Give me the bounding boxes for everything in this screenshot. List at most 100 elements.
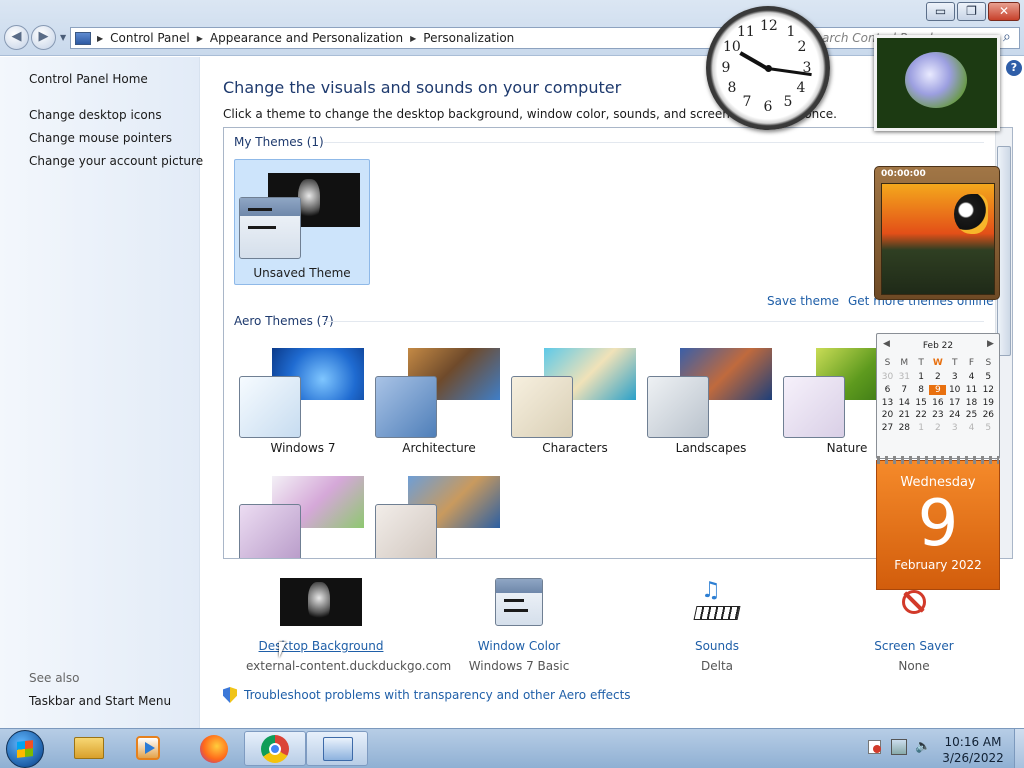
calendar-day[interactable]: 17	[946, 398, 963, 408]
sidebar-link-control-panel-home[interactable]: Control Panel Home	[29, 72, 148, 86]
taskbar-firefox[interactable]	[182, 731, 244, 766]
theme-architecture[interactable]: Architecture	[370, 336, 508, 460]
calendar-day[interactable]: 4	[963, 423, 980, 433]
start-button[interactable]	[6, 730, 44, 768]
calendar-day[interactable]: 1	[913, 372, 930, 382]
taskbar-control-panel[interactable]	[306, 731, 368, 766]
breadcrumb-separator-icon[interactable]: ▶	[95, 34, 105, 43]
clock-gadget[interactable]: 12 1 2 3 4 5 6 7 8 9 10 11	[706, 6, 830, 130]
calendar-day[interactable]: 9	[929, 384, 947, 395]
calendar-day[interactable]: 5	[980, 423, 997, 433]
calendar-day[interactable]: 27	[879, 423, 896, 433]
close-button[interactable]: ✕	[988, 2, 1020, 21]
calendar-day[interactable]: 28	[896, 423, 913, 433]
calendar-day[interactable]: 14	[896, 398, 913, 408]
calendar-gadget[interactable]: ◀ Feb 22 ▶ S M T W T F S 30 31 1 2 3 4 5 6 7 8 9 10 11 12 13 1…	[876, 333, 1000, 459]
sidebar-link-taskbar[interactable]: Taskbar and Start Menu	[29, 694, 171, 708]
toucan-image	[954, 194, 988, 234]
sidebar-link-desktop-icons[interactable]: Change desktop icons	[29, 108, 162, 122]
calendar-day[interactable]: 21	[896, 410, 913, 420]
aero-themes-heading: Aero Themes (7)	[234, 314, 334, 328]
theme-characters[interactable]: Characters	[506, 336, 644, 460]
breadcrumb-separator-icon[interactable]: ▶	[195, 34, 205, 43]
calendar-day[interactable]: 4	[963, 372, 980, 382]
calendar-day[interactable]: 16	[929, 398, 946, 408]
calendar-day[interactable]: 8	[913, 385, 930, 395]
calendar-day[interactable]: 18	[963, 398, 980, 408]
sidebar-link-mouse-pointers[interactable]: Change mouse pointers	[29, 131, 172, 145]
calendar-day[interactable]: 30	[879, 372, 896, 382]
screen-saver-link[interactable]: Screen Saver	[839, 639, 989, 653]
calendar-day[interactable]: 11	[963, 385, 980, 395]
breadcrumb-separator-icon[interactable]: ▶	[408, 34, 418, 43]
network-icon[interactable]	[891, 739, 907, 755]
calendar-day[interactable]: 19	[980, 398, 997, 408]
troubleshoot-link[interactable]: Troubleshoot problems with transparency …	[244, 688, 631, 702]
taskbar-clock[interactable]: 10:16 AM 3/26/2022	[938, 734, 1008, 766]
desktop-background-link[interactable]: Desktop Background	[246, 639, 396, 653]
theme-windows-7[interactable]: Windows 7	[234, 336, 372, 460]
folder-icon	[74, 737, 104, 759]
calendar-day[interactable]: 1	[913, 423, 930, 433]
theme-partial-2[interactable]	[370, 464, 508, 558]
slideshow-gadget[interactable]	[874, 35, 1000, 131]
window-color-tile[interactable]: Window Color Windows 7 Basic	[444, 578, 594, 673]
calendar-day[interactable]: 20	[879, 410, 896, 420]
calendar-day[interactable]: 15	[913, 398, 930, 408]
calendar-day[interactable]: 5	[980, 372, 997, 382]
calendar-day[interactable]: 10	[946, 385, 963, 395]
calendar-day[interactable]: 2	[929, 372, 946, 382]
action-center-icon[interactable]	[868, 740, 881, 754]
breadcrumb-personalization[interactable]: Personalization	[418, 31, 519, 45]
taskbar-explorer[interactable]	[58, 731, 120, 766]
help-icon[interactable]: ?	[1006, 60, 1022, 76]
breadcrumb-appearance[interactable]: Appearance and Personalization	[205, 31, 408, 45]
calendar-day[interactable]: 12	[980, 385, 997, 395]
desktop-background-tile[interactable]: Desktop Background external-content.duck…	[246, 578, 452, 673]
calendar-day-panel[interactable]: Wednesday 9 February 2022	[876, 456, 1000, 590]
theme-unsaved[interactable]: Unsaved Theme	[234, 159, 370, 285]
calendar-month: Feb 22	[922, 341, 954, 351]
forward-button[interactable]: ▶	[31, 25, 56, 50]
search-icon[interactable]: ⌕	[1003, 29, 1011, 45]
show-desktop-button[interactable]	[1014, 729, 1024, 768]
theme-label: Unsaved Theme	[253, 266, 351, 280]
back-button[interactable]: ◀	[4, 25, 29, 50]
calendar-day[interactable]: 3	[946, 372, 963, 382]
taskbar-chrome[interactable]	[244, 731, 306, 766]
clock-number: 11	[737, 24, 755, 40]
puzzle-board[interactable]	[881, 183, 995, 295]
screen-saver-tile[interactable]: Screen Saver None	[839, 578, 989, 673]
window-color-preview	[783, 376, 845, 438]
theme-partial-1[interactable]	[234, 464, 372, 558]
next-month-icon[interactable]: ▶	[987, 339, 994, 349]
recent-pages-icon[interactable]: ▼	[60, 33, 66, 42]
save-theme-link[interactable]: Save theme	[767, 294, 839, 308]
sounds-tile[interactable]: ♫ Sounds Delta	[642, 578, 792, 673]
desktop-background-value: external-content.duckduckgo.com	[246, 659, 452, 673]
calendar-day[interactable]: 22	[913, 410, 930, 420]
calendar-day[interactable]: 3	[946, 423, 963, 433]
taskbar-media-player[interactable]	[118, 731, 180, 766]
calendar-day[interactable]: 13	[879, 398, 896, 408]
breadcrumb-control-panel[interactable]: Control Panel	[105, 31, 195, 45]
calendar-day[interactable]: 2	[929, 423, 946, 433]
calendar-day[interactable]: 26	[980, 410, 997, 420]
picture-puzzle-gadget[interactable]: 00:00:00	[874, 166, 1000, 300]
window-color-link[interactable]: Window Color	[444, 639, 594, 653]
calendar-day[interactable]: 6	[879, 385, 896, 395]
sidebar-link-account-picture[interactable]: Change your account picture	[29, 154, 203, 168]
calendar-day[interactable]: 23	[929, 410, 946, 420]
sounds-link[interactable]: Sounds	[642, 639, 792, 653]
volume-icon[interactable]: 🔈	[915, 739, 931, 754]
minimize-button[interactable]: ▭	[926, 2, 955, 21]
window-color-preview	[239, 197, 301, 259]
mouse-cursor-icon	[279, 642, 286, 658]
maximize-button[interactable]: ❐	[957, 2, 986, 21]
calendar-day[interactable]: 25	[963, 410, 980, 420]
theme-landscapes[interactable]: Landscapes	[642, 336, 780, 460]
address-bar[interactable]: ▶ Control Panel ▶ Appearance and Persona…	[70, 27, 770, 49]
calendar-day[interactable]: 24	[946, 410, 963, 420]
calendar-day[interactable]: 7	[896, 385, 913, 395]
calendar-day[interactable]: 31	[896, 372, 913, 382]
